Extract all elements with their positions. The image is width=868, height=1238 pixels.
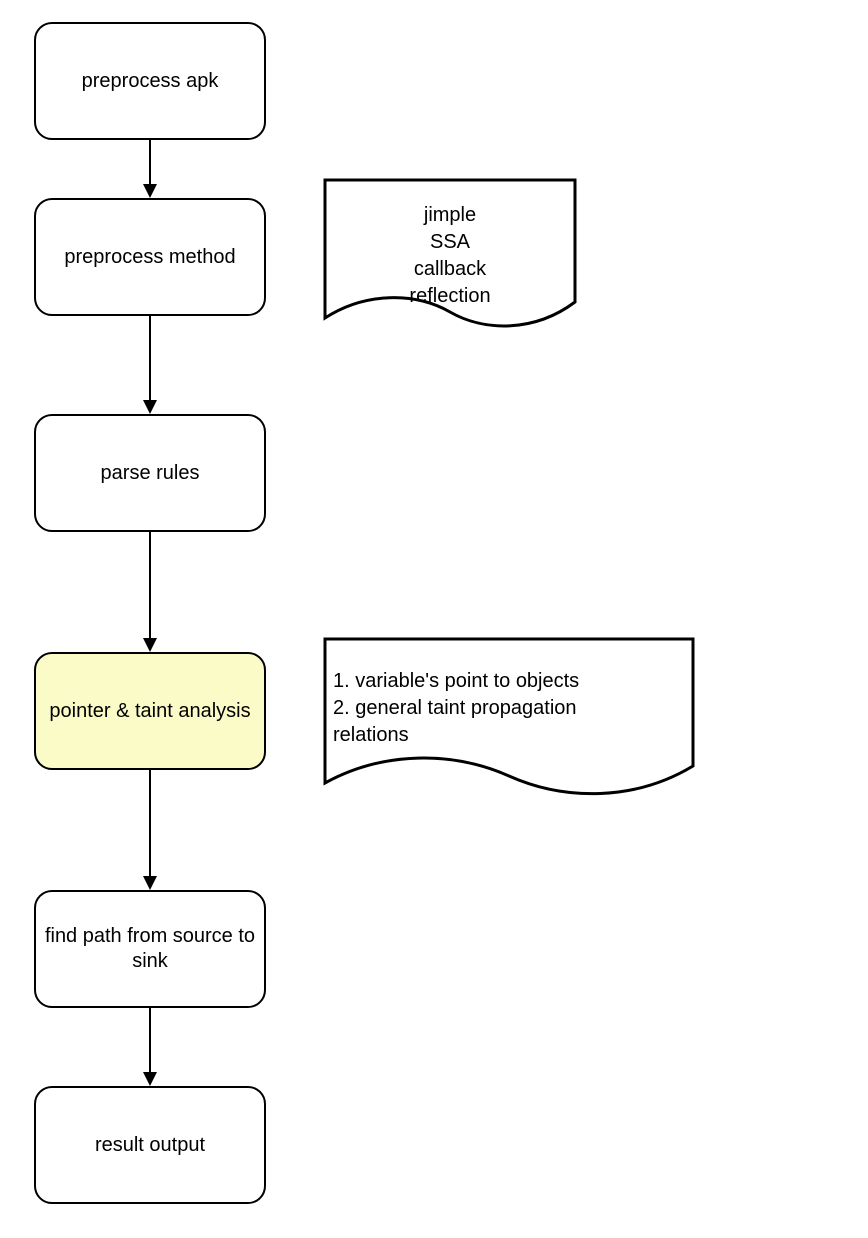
node-label: parse rules [101, 461, 200, 486]
annotation-text-2: 1. variable's point to objects 2. genera… [333, 668, 685, 749]
node-label: find path from source to sink [44, 924, 256, 974]
node-label: pointer & taint analysis [49, 699, 250, 724]
annotation-line: SSA [325, 229, 575, 256]
node-pointer-taint-analysis: pointer & taint analysis [34, 652, 266, 770]
annotation-line: relations [333, 722, 685, 749]
arrow-4 [148, 770, 152, 890]
annotation-line: jimple [325, 202, 575, 229]
node-result-output: result output [34, 1086, 266, 1204]
arrow-3 [148, 532, 152, 652]
node-preprocess-method: preprocess method [34, 198, 266, 316]
annotation-line: callback [325, 256, 575, 283]
node-find-path: find path from source to sink [34, 890, 266, 1008]
node-label: result output [95, 1133, 205, 1158]
arrow-5 [148, 1008, 152, 1086]
annotation-line: reflection [325, 283, 575, 310]
arrow-2 [148, 316, 152, 414]
node-label: preprocess method [64, 245, 235, 270]
annotation-line: 2. general taint propagation [333, 695, 685, 722]
annotation-line: 1. variable's point to objects [333, 668, 685, 695]
annotation-text-1: jimple SSA callback reflection [325, 202, 575, 310]
node-label: preprocess apk [82, 69, 219, 94]
arrow-1 [148, 140, 152, 198]
node-parse-rules: parse rules [34, 414, 266, 532]
flowchart-canvas: preprocess apk preprocess method jimple … [0, 0, 868, 1238]
node-preprocess-apk: preprocess apk [34, 22, 266, 140]
